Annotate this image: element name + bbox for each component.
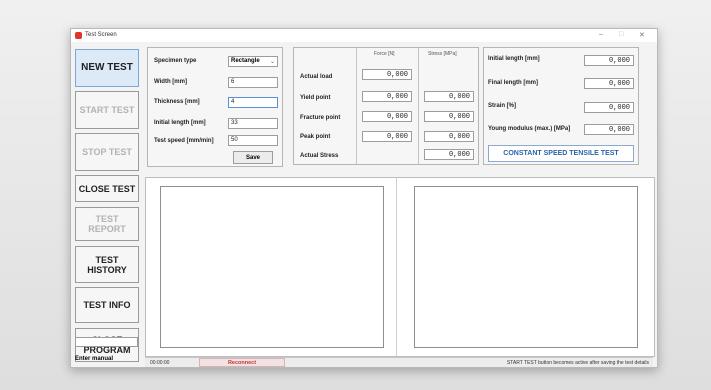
test-info-button[interactable]: TEST INFO [75, 287, 139, 323]
specimen-type-value: Rectangle [231, 58, 260, 64]
chevron-down-icon: ⌄ [269, 59, 275, 65]
actual-load-label: Actual load [300, 74, 333, 80]
strain-label: Strain [%] [488, 103, 517, 109]
peak-stress: 0,000 [424, 131, 474, 142]
test-mode-label: CONSTANT SPEED TENSILE TEST [488, 145, 634, 162]
initial-length-result-label: Initial length [mm] [488, 56, 540, 62]
specimen-panel: Specimen type Rectangle ⌄ Width [mm] 6 T… [147, 47, 283, 167]
start-test-button[interactable]: START TEST [75, 91, 139, 129]
close-icon[interactable]: ✕ [639, 31, 645, 39]
maximize-icon[interactable]: □ [619, 31, 623, 38]
thickness-label: Thickness [mm] [154, 99, 200, 105]
fracture-point-label: Fracture point [300, 115, 341, 121]
divider [396, 178, 397, 356]
graph-area [145, 177, 655, 357]
width-input[interactable]: 6 [228, 77, 278, 88]
thickness-input[interactable]: 4 [228, 97, 278, 108]
peak-point-label: Peak point [300, 134, 331, 140]
elapsed-time: 00:00:00 [150, 360, 170, 366]
strain-value: 0,000 [584, 102, 634, 113]
status-message: START TEST button becomes active after s… [506, 360, 649, 366]
initial-length-result: 0,000 [584, 55, 634, 66]
reconnect-button[interactable]: Reconnect [199, 358, 285, 367]
save-button[interactable]: Save [233, 151, 273, 164]
force-graph [160, 186, 384, 348]
test-report-button[interactable]: TEST REPORT [75, 207, 139, 241]
final-length-label: Final length [mm] [488, 80, 538, 86]
stress-header: Stress [MPa] [428, 51, 457, 57]
peak-force: 0,000 [362, 131, 412, 142]
final-length-value: 0,000 [584, 78, 634, 89]
yield-stress: 0,000 [424, 91, 474, 102]
minimize-icon[interactable]: – [599, 31, 603, 38]
manual-input[interactable] [75, 337, 138, 347]
stress-graph [414, 186, 638, 348]
young-modulus-label: Young modulus (max.) [MPa] [488, 126, 571, 132]
width-label: Width [mm] [154, 79, 187, 85]
fracture-force: 0,000 [362, 111, 412, 122]
close-test-button[interactable]: CLOSE TEST [75, 175, 139, 202]
test-speed-label: Test speed [mm/min] [154, 138, 214, 144]
actual-stress-label: Actual Stress [300, 153, 339, 159]
young-modulus-value: 0,000 [584, 124, 634, 135]
enter-manual-label: Enter manual [75, 356, 114, 362]
yield-point-label: Yield point [300, 95, 331, 101]
test-history-button[interactable]: TEST HISTORY [75, 246, 139, 283]
actual-stress-value: 0,000 [424, 149, 474, 160]
window-title: Test Screen [85, 32, 117, 38]
initial-length-input[interactable]: 33 [228, 118, 278, 129]
status-bar: 00:00:00 Reconnect START TEST button bec… [145, 357, 653, 367]
test-screen-window: Test Screen – □ ✕ NEW TEST START TEST ST… [70, 28, 658, 368]
new-test-button[interactable]: NEW TEST [75, 49, 139, 87]
divider [418, 48, 419, 164]
specimen-type-label: Specimen type [154, 58, 197, 64]
divider [356, 48, 357, 164]
test-speed-input[interactable]: 50 [228, 135, 278, 146]
title-bar: Test Screen – □ ✕ [71, 29, 657, 42]
actual-load-force: 0,000 [362, 69, 412, 80]
length-panel: Initial length [mm] 0,000 Final length [… [483, 47, 639, 165]
specimen-type-select[interactable]: Rectangle ⌄ [228, 56, 278, 67]
stop-test-button[interactable]: STOP TEST [75, 133, 139, 171]
results-panel: Force [N] Stress [MPa] Actual load 0,000… [293, 47, 479, 165]
app-icon [75, 32, 82, 39]
yield-force: 0,000 [362, 91, 412, 102]
fracture-stress: 0,000 [424, 111, 474, 122]
initial-length-label: Initial length [mm] [154, 120, 206, 126]
force-header: Force [N] [374, 51, 395, 57]
